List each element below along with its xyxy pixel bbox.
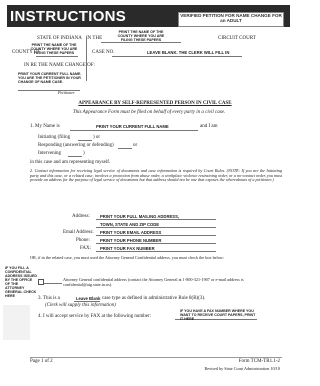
- revised-note: Revised by State Court Administration 10…: [204, 366, 281, 371]
- intervening-label: Intervening: [38, 151, 62, 156]
- appearance-subtitle: This Appearance Form must be filed on be…: [72, 110, 226, 115]
- item4-hint: IF YOU HAVE A FAX NUMBER WHERE YOU WANT …: [180, 309, 256, 321]
- case-note: in this case and am representing myself.: [30, 160, 111, 165]
- side-note: IF YOU FILL A CONFIDENTIAL ADDRESS ISSUE…: [5, 266, 37, 298]
- fax-hint: PRINT YOUR FAX NUMBER: [100, 246, 155, 251]
- item2-text: 2. Contact information for receiving leg…: [30, 168, 282, 183]
- state-label: STATE OF INDIANA: [37, 36, 82, 41]
- responding-tail: or: [133, 143, 138, 148]
- county-of-label: COUNTY OF: [12, 50, 41, 55]
- appearance-title: APPEARANCE BY SELF-REPRESENTED PERSON IN…: [78, 101, 232, 106]
- case-no-label: CASE NO.: [92, 50, 115, 55]
- form-number: Form TCM-TR1.1-2: [238, 359, 280, 364]
- email-label: Email Address:: [63, 230, 94, 235]
- petitioner-hint: PRINT YOUR CURRENT FULL NAME. YOU ARE TH…: [18, 72, 82, 84]
- item3-note: (Clerk will supply this information): [45, 303, 116, 308]
- or-note: OR, if in the related case, you must use…: [30, 255, 224, 260]
- case-no-hint: LEAVE BLANK. THE CLERK WILL FILL IN: [147, 50, 230, 55]
- item4-prefix: 4. I will accept service by FAX at the f…: [38, 314, 152, 319]
- footer-rule: [30, 357, 282, 358]
- page-number: Page 1 of 2: [30, 359, 53, 364]
- phone-label: Phone:: [76, 238, 90, 243]
- item3-suffix: case type as defined in administrative R…: [102, 296, 206, 301]
- ag-check-line: [44, 283, 62, 284]
- ag-checkbox[interactable]: [38, 279, 44, 285]
- intervening-tail: ): [83, 151, 85, 156]
- item1-prefix: 1. My Name is: [30, 124, 60, 129]
- item3-prefix: 3. This is a: [38, 296, 60, 301]
- case-type-hint: Leave Blank: [76, 296, 101, 301]
- petitioner-label: Petitioner: [58, 90, 75, 95]
- circuit-court-label: CIRCUIT COURT: [218, 36, 256, 41]
- county-line[interactable]: [36, 56, 78, 57]
- ag-text: Attorney General confidential address (c…: [63, 277, 244, 287]
- form-title-box: VERIFIED PETITION FOR NAME CHANGE FOR an…: [178, 12, 284, 27]
- item1-suffix: and I am: [200, 124, 218, 129]
- fax-label: FAX:: [80, 246, 92, 251]
- email-hint: PRINT YOUR EMAIL ADDRESS: [100, 230, 162, 235]
- address-hint: PRINT YOUR FULL MAILING ADDRESS,: [100, 214, 180, 219]
- responding-line[interactable]: [118, 148, 132, 149]
- court-county-line[interactable]: [101, 42, 181, 43]
- phone-hint: PRINT YOUR PHONE NUMBER: [100, 238, 162, 243]
- margin-tab: [3, 305, 30, 340]
- initiating-label: Initiating (filing: [38, 135, 71, 140]
- case-no-line[interactable]: [112, 56, 242, 57]
- town-hint: TOWN, STATE AND ZIP CODE: [100, 222, 160, 227]
- form-title: VERIFIED PETITION FOR NAME CHANGE FOR an…: [180, 13, 282, 23]
- item1-name-line[interactable]: [70, 130, 198, 131]
- address-label: Address:: [72, 214, 90, 219]
- responding-label: Responding (answering or defending): [38, 143, 114, 148]
- item1-name-hint: PRINT YOUR CURRENT FULL NAME: [96, 124, 169, 129]
- initiating-line[interactable]: [78, 140, 92, 141]
- matter-label: IN RE THE NAME CHANGE OF:: [24, 63, 95, 68]
- intervening-line[interactable]: [68, 156, 82, 157]
- initiating-tail: ) or: [93, 135, 101, 140]
- page-title: INSTRUCTIONS: [10, 8, 127, 25]
- in-the-label: IN THE: [86, 36, 103, 41]
- court-county-hint: PRINT THE NAME OF THE COUNTY WHERE YOU A…: [117, 30, 165, 42]
